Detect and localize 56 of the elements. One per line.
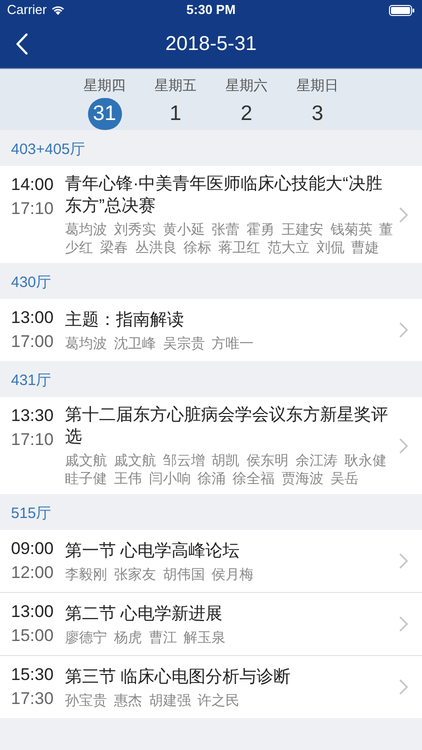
session-title: 主题：指南解读	[65, 308, 185, 330]
weekday-label: 星期日	[296, 76, 338, 95]
start-time: 15:30	[11, 664, 55, 686]
speaker-names: 孙宝贵 惠杰 胡建强 许之民	[65, 690, 240, 708]
session-title: 第二节 心电学新进展	[65, 602, 224, 624]
hall-header: 515厅	[10, 504, 52, 524]
speaker-names: 葛均波 沈卫峰 吴宗贵 方唯一	[65, 334, 254, 352]
session-row[interactable]: 09:00 12:00 第一节 心电学高峰论坛 李毅刚 张家友 胡伟国 侯月梅	[0, 530, 422, 592]
chevron-icon	[399, 438, 408, 454]
end-time: 15:00	[11, 625, 55, 647]
chevron-icon	[399, 679, 408, 695]
session-row[interactable]: 14:00 17:10 青年心锋·中美青年医师临床心技能大“决胜东方”总决赛 葛均波 刘秀实 黄小延 张蕾 霍勇 王建安 钱菊英 董 少红 梁春 丛洪良 徐标 蒋卫红 范大立 刘侃 曹婕	[0, 166, 422, 263]
end-time: 17:10	[11, 429, 55, 451]
session-title: 第一节 心电学高峰论坛	[65, 540, 241, 562]
end-time: 17:30	[11, 688, 55, 710]
back-icon	[16, 33, 28, 55]
hall-header: 430厅	[10, 273, 52, 294]
speaker-names: 葛均波 刘秀实 黄小延 张蕾 霍勇 王建安 钱菊英 董	[65, 220, 394, 238]
start-time: 09:00	[11, 538, 55, 560]
carrier-label: Carrier	[7, 1, 47, 20]
session-title: 第三节 临床心电图分析与诊断	[65, 666, 292, 688]
session-row[interactable]: 13:30 17:10 第十二届东方心脏病会学会议东方新星奖评选 戚文航 戚文航 邹云增 胡凯 侯东明 余江涛 耿永健 眭子健 王伟 闫小响 徐涌 徐全福 贾海波 吴岳	[0, 397, 422, 494]
date-button[interactable]: 2	[230, 98, 264, 130]
session-row[interactable]: 15:30 17:30 第三节 临床心电图分析与诊断 孙宝贵 惠杰 胡建强 许之民	[0, 655, 422, 718]
speaker-names: 李毅刚 张家友 胡伟国 侯月梅	[65, 564, 254, 582]
wifi-icon	[50, 5, 65, 15]
weekday-label: 星期六	[226, 76, 268, 95]
weekday-label: 星期五	[154, 76, 196, 95]
start-time: 13:00	[11, 307, 55, 329]
end-time: 17:10	[11, 198, 55, 220]
chevron-icon	[399, 616, 408, 632]
speaker-names: 戚文航 戚文航 邹云增 胡凯 侯东明 余江涛 耿永健	[65, 451, 386, 469]
date-button[interactable]: 3	[300, 98, 334, 130]
chevron-icon	[399, 206, 408, 222]
session-title: 第十二届东方心脏病会学会议东方新星奖评选	[65, 404, 389, 448]
chevron-icon	[399, 553, 408, 569]
session-row[interactable]: 13:00 17:00 主题：指南解读 葛均波 沈卫峰 吴宗贵 方唯一	[0, 299, 422, 361]
end-time: 12:00	[11, 562, 55, 584]
session-title: 青年心锋·中美青年医师临床心技能大“决胜东方”总决赛	[65, 173, 384, 217]
chevron-icon	[399, 322, 408, 338]
date-button[interactable]: 1	[158, 98, 192, 130]
start-time: 13:00	[11, 601, 55, 623]
speaker-names: 眭子健 王伟 闫小响 徐涌 徐全福 贾海波 吴岳	[65, 469, 358, 487]
battery-icon	[389, 4, 415, 16]
weekday-label: 星期四	[84, 76, 126, 95]
date-button[interactable]: 31	[88, 98, 122, 130]
speaker-names: 少红 梁春 丛洪良 徐标 蒋卫红 范大立 刘侃 曹婕	[65, 238, 380, 256]
session-row[interactable]: 13:00 15:00 第二节 心电学新进展 廖德宁 杨虎 曹江 解玉泉	[0, 592, 422, 655]
hall-header: 403+405厅	[10, 140, 86, 160]
start-time: 13:30	[11, 405, 55, 427]
speaker-names: 廖德宁 杨虎 曹江 解玉泉	[65, 628, 226, 646]
end-time: 17:00	[11, 331, 55, 353]
nav-title: 2018-5-31	[165, 32, 257, 57]
status-time: 5:30 PM	[186, 1, 236, 20]
hall-header: 431厅	[10, 371, 52, 392]
start-time: 14:00	[11, 174, 55, 196]
